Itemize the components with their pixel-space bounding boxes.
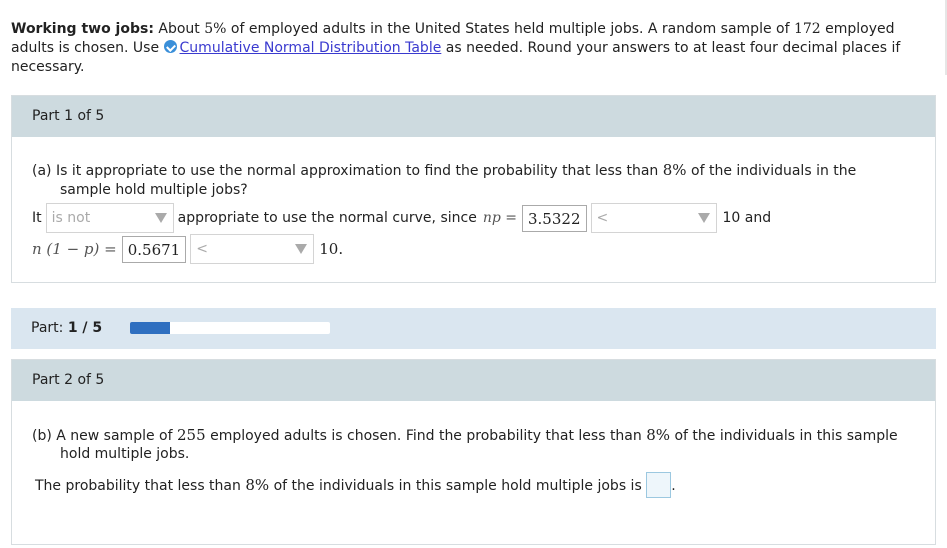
part1-answer-line1: It is not appropriate to use the normal … [32,203,771,233]
progress-value: 1 / 5 [67,320,103,336]
nq-comparison-dropdown[interactable]: < [190,234,315,264]
problem-title: Working two jobs: [11,21,154,37]
part1-question: (a) Is it appropriate to use the normal … [32,161,857,179]
progress-label: Part: 1 / 5 [31,320,103,336]
progress-track [130,322,330,334]
part2-question: (b) A new sample of 255 employed adults … [32,426,898,444]
part2-header: Part 2 of 5 [12,360,935,401]
progress-fill [130,322,170,334]
info-icon[interactable] [163,40,177,53]
part2-answer-line: The probability that less than 8% of the… [35,472,676,498]
progress-panel: Part: 1 / 5 [11,308,936,349]
part1-header: Part 1 of 5 [12,96,935,137]
chevron-down-icon [697,213,710,223]
chevron-down-icon [295,244,308,254]
np-value-box: 3.5322 [522,204,587,232]
appropriateness-dropdown[interactable]: is not [45,203,174,233]
chevron-down-icon [154,213,167,223]
np-comparison-dropdown[interactable]: < [590,203,717,233]
normal-table-link[interactable]: Cumulative Normal Distribution Table [180,40,442,56]
part2-panel: Part 2 of 5 (b) A new sample of 255 empl… [11,359,936,545]
nq-value-box: 0.5671 [121,235,187,263]
probability-answer-input[interactable] [646,472,672,498]
problem-intro: Working two jobs: About 5% of employed a… [11,21,901,75]
part1-answer-line2: n (1 − p) = 0.5671 < 10. [32,233,343,265]
part1-panel: Part 1 of 5 (a) Is it appropriate to use… [11,95,936,283]
